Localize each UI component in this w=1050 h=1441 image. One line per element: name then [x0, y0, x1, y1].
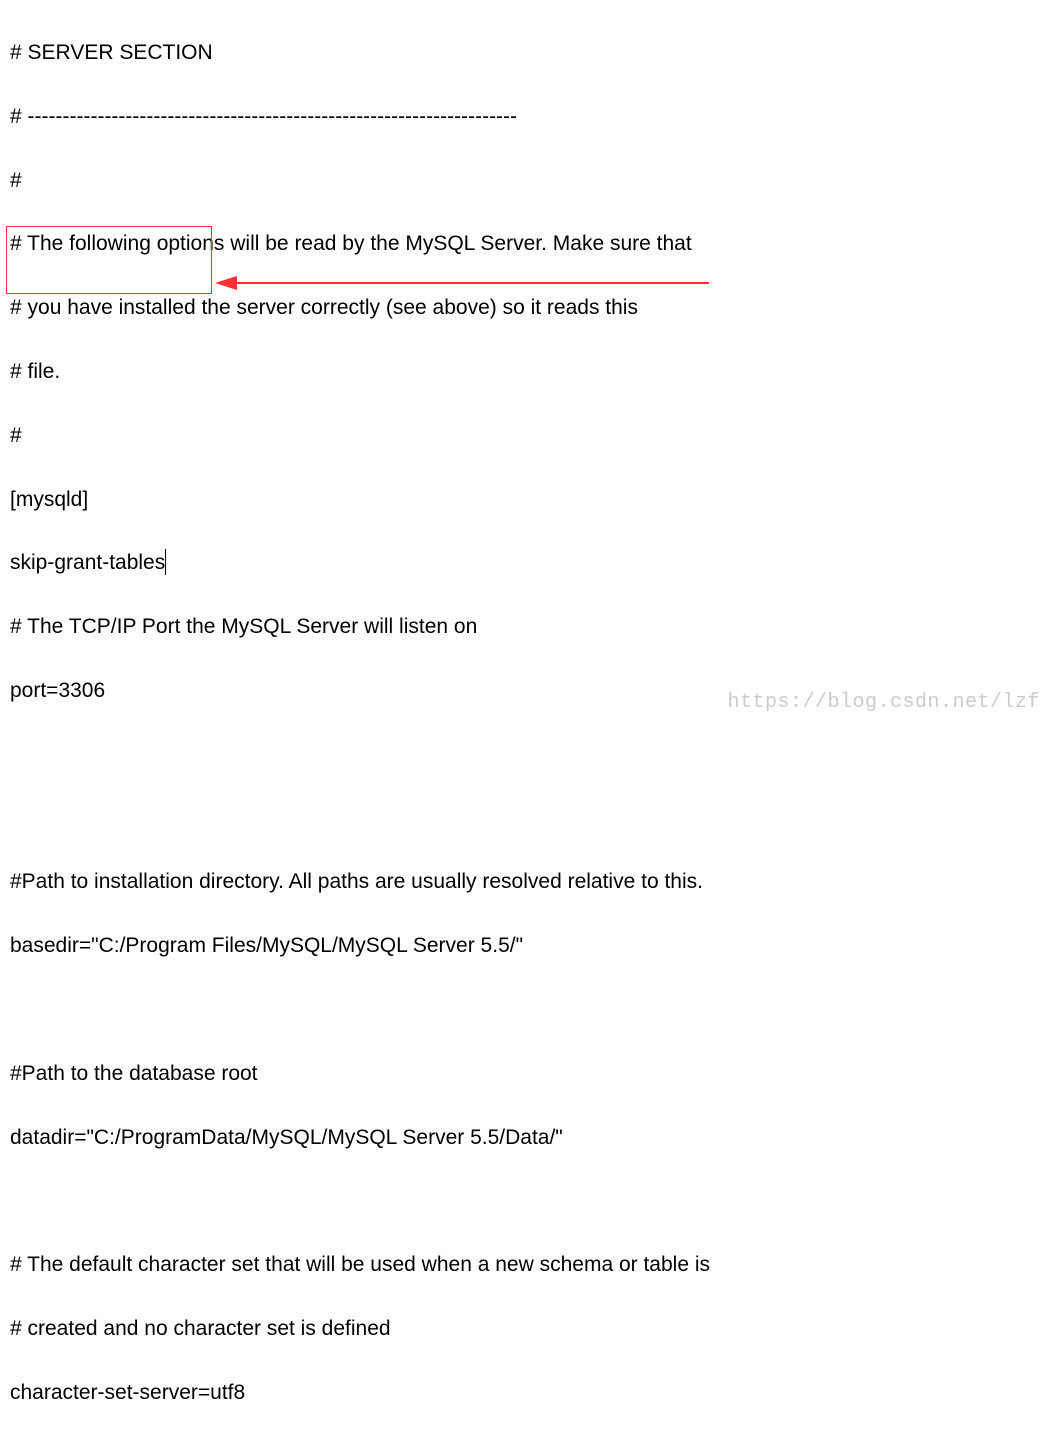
config-line: # created and no character set is define… — [10, 1313, 1040, 1345]
config-line: # The TCP/IP Port the MySQL Server will … — [10, 611, 1040, 643]
config-file-content: # SERVER SECTION # ---------------------… — [10, 5, 1040, 1441]
config-line: character-set-server=utf8 — [10, 1377, 1040, 1409]
config-line — [10, 1186, 1040, 1218]
config-line: datadir="C:/ProgramData/MySQL/MySQL Serv… — [10, 1122, 1040, 1154]
config-line: # — [10, 165, 1040, 197]
config-line-skip-grant: skip-grant-tables — [10, 547, 1040, 579]
config-line — [10, 739, 1040, 771]
config-line: # you have installed the server correctl… — [10, 292, 1040, 324]
config-line: # --------------------------------------… — [10, 101, 1040, 133]
config-line: port=3306 — [10, 675, 1040, 707]
skip-grant-text: skip-grant-tables — [10, 551, 165, 574]
config-line: # The following options will be read by … — [10, 228, 1040, 260]
config-line: #Path to installation directory. All pat… — [10, 866, 1040, 898]
config-line: # — [10, 420, 1040, 452]
config-line: # The default character set that will be… — [10, 1249, 1040, 1281]
config-line-mysqld: [mysqld] — [10, 484, 1040, 516]
text-cursor — [165, 549, 166, 575]
config-line — [10, 994, 1040, 1026]
config-line — [10, 803, 1040, 835]
config-line: basedir="C:/Program Files/MySQL/MySQL Se… — [10, 930, 1040, 962]
config-line: # file. — [10, 356, 1040, 388]
config-line: #Path to the database root — [10, 1058, 1040, 1090]
config-line: # SERVER SECTION — [10, 37, 1040, 69]
